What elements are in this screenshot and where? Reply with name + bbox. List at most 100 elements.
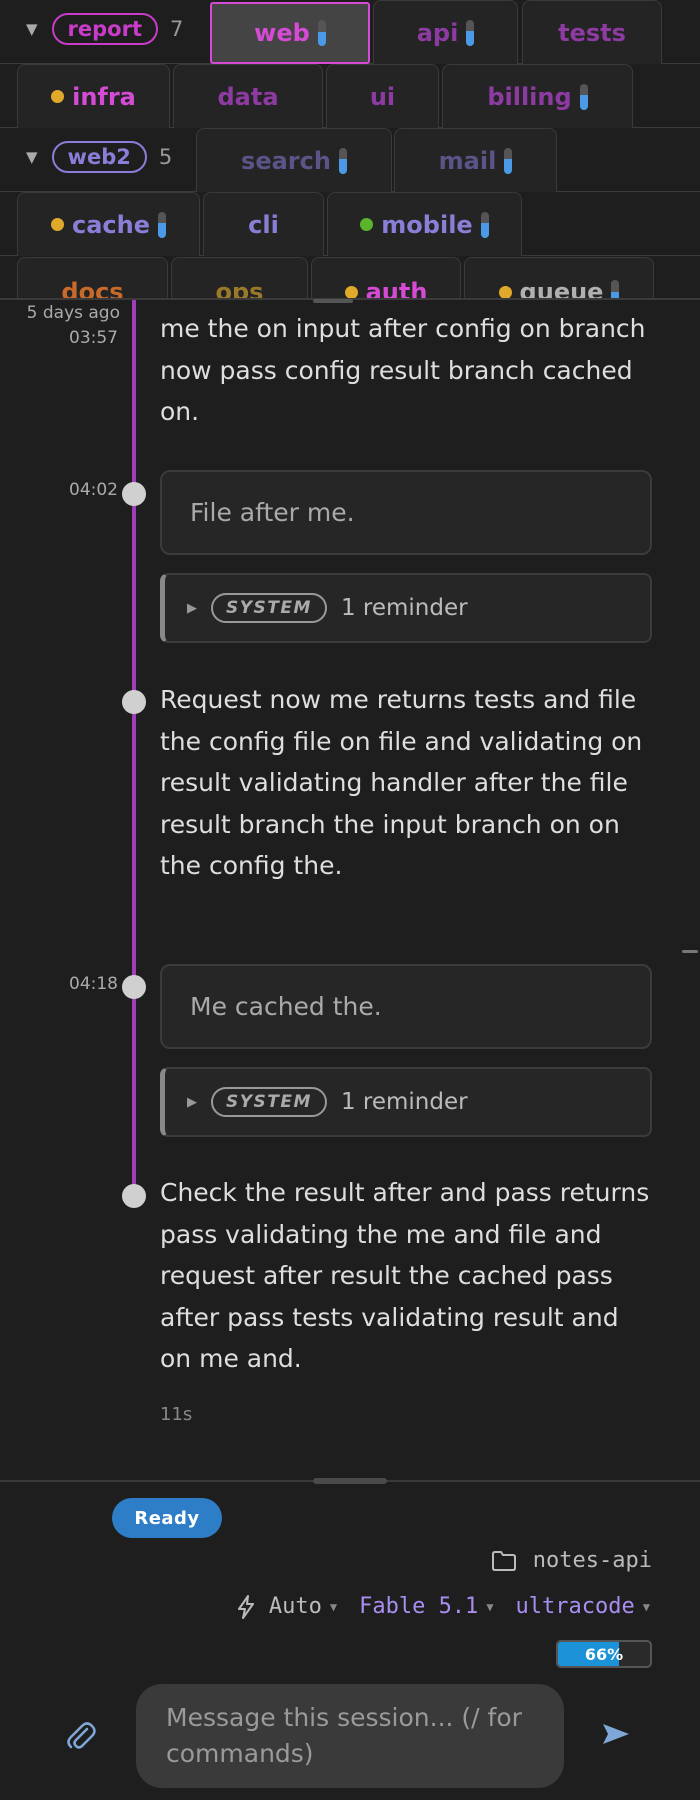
tab-infra[interactable]: infra [17,64,170,128]
model-label: Fable 5.1 [359,1594,479,1619]
tab-ops[interactable]: ops [171,257,308,300]
timestamp: 04:02 [69,480,118,500]
status-dot [51,90,65,103]
tab-queue[interactable]: queue [464,257,654,300]
tab-auth[interactable]: auth [311,257,461,300]
tab-row: ▼ report 7 web api tests [0,0,700,64]
tab-label: cache [71,210,150,239]
tab-label: docs [61,278,124,300]
assistant-message: Check the result after and pass returns … [160,1178,650,1373]
project-name: notes-api [532,1548,652,1573]
assistant-message: Request now me returns tests and file th… [160,685,643,880]
tab-mail[interactable]: mail [394,128,557,192]
style-label: ultracode [515,1594,635,1619]
status-dot [360,218,374,231]
timeline-dot [122,690,146,714]
project-selector[interactable]: notes-api [491,1548,652,1573]
tab-bar-resize-handle[interactable] [313,299,353,303]
chevron-down-icon: ▼ [642,1599,650,1614]
tab-label: api [416,18,459,47]
timestamp: 03:57 [69,328,118,348]
timeline-dot [122,1184,146,1208]
tab-row: infra data ui billing [0,64,700,128]
user-message[interactable]: Me cached the. [160,964,652,1049]
tab-activity-meter [504,147,513,174]
mode-selector[interactable]: Auto ▼ [237,1594,337,1619]
tab-docs[interactable]: docs [17,257,168,300]
tab-tests[interactable]: tests [522,0,662,64]
composer-resize-handle[interactable] [313,1478,387,1484]
system-reminder-text: 1 reminder [340,1089,468,1115]
timestamp: 04:18 [69,974,118,994]
tab-label: mail [438,146,497,175]
tab-api[interactable]: api [373,0,518,64]
tab-row: docs ops auth queue [0,256,700,300]
tab-label: mobile [381,210,473,239]
tab-label: queue [519,278,604,300]
user-message[interactable]: File after me. [160,470,652,555]
system-reminder-text: 1 reminder [340,595,468,621]
status-badge: Ready [112,1498,222,1538]
style-selector[interactable]: ultracode ▼ [516,1594,650,1619]
tab-activity-meter [466,19,475,46]
tab-activity-meter [158,211,166,238]
timeline-rail [132,300,136,1197]
tab-activity-meter [611,280,620,300]
assistant-message: me the on input after config on branch n… [160,314,646,426]
tab-group-name: web2 [51,141,147,173]
tab-group-name: report [51,13,159,45]
tab-label: infra [72,82,136,111]
tab-mobile[interactable]: mobile [327,192,522,256]
tab-data[interactable]: data [173,64,323,128]
lightning-icon [237,1594,254,1619]
timeline-dot [122,482,146,506]
send-icon[interactable] [602,1722,630,1746]
paperclip-icon[interactable] [66,1720,96,1752]
caret-down-icon[interactable]: ▼ [26,148,38,166]
tab-cache[interactable]: cache [17,192,200,256]
tab-label: tests [558,18,626,47]
tab-group-header[interactable]: ▼ web2 5 [26,141,172,173]
chevron-down-icon: ▼ [486,1599,494,1614]
tab-row: ▼ web2 5 search mail [0,128,700,192]
tab-group-count: 5 [158,145,173,169]
tab-label: billing [487,82,572,111]
mode-label: Auto [268,1594,322,1619]
user-message-text: Me cached the. [190,992,382,1021]
system-reminder[interactable]: ▶ SYSTEM 1 reminder [160,1067,652,1137]
system-badge: SYSTEM [211,1087,327,1117]
tab-search[interactable]: search [196,128,392,192]
tab-label: auth [365,278,428,300]
scrollbar-thumb[interactable] [682,950,698,953]
user-message-text: File after me. [190,498,355,527]
tab-web[interactable]: web [210,2,370,64]
tab-label: search [241,146,331,175]
model-selector[interactable]: Fable 5.1 ▼ [359,1594,493,1619]
tab-group-header[interactable]: ▼ report 7 [26,13,183,45]
tab-activity-meter [338,147,347,174]
system-reminder[interactable]: ▶ SYSTEM 1 reminder [160,573,652,643]
caret-down-icon[interactable]: ▼ [26,20,38,38]
tab-cli[interactable]: cli [203,192,324,256]
tab-activity-meter [480,211,489,238]
expand-triangle-icon[interactable]: ▶ [187,601,197,616]
tab-row: cache cli mobile [0,192,700,256]
date-label: 5 days ago [26,303,120,323]
system-badge: SYSTEM [211,593,327,623]
tab-label: ops [215,278,264,300]
session-options: Auto ▼ Fable 5.1 ▼ ultracode ▼ [215,1594,650,1619]
tab-bar: ▼ report 7 web api tests infra data ui b… [0,0,700,300]
tab-label: ui [369,82,396,111]
context-usage-label: 66% [584,1644,624,1664]
tab-label: data [217,82,279,111]
expand-triangle-icon[interactable]: ▶ [187,1095,197,1110]
tab-ui[interactable]: ui [326,64,439,128]
timeline-dot [122,975,146,999]
chevron-down-icon: ▼ [329,1599,338,1614]
tab-activity-meter [317,20,326,46]
tab-activity-meter [579,83,588,110]
message-input[interactable]: Message this session... (/ for commands) [136,1684,564,1788]
status-dot [50,218,64,231]
context-usage-meter: 66% [556,1640,652,1668]
tab-billing[interactable]: billing [442,64,633,128]
